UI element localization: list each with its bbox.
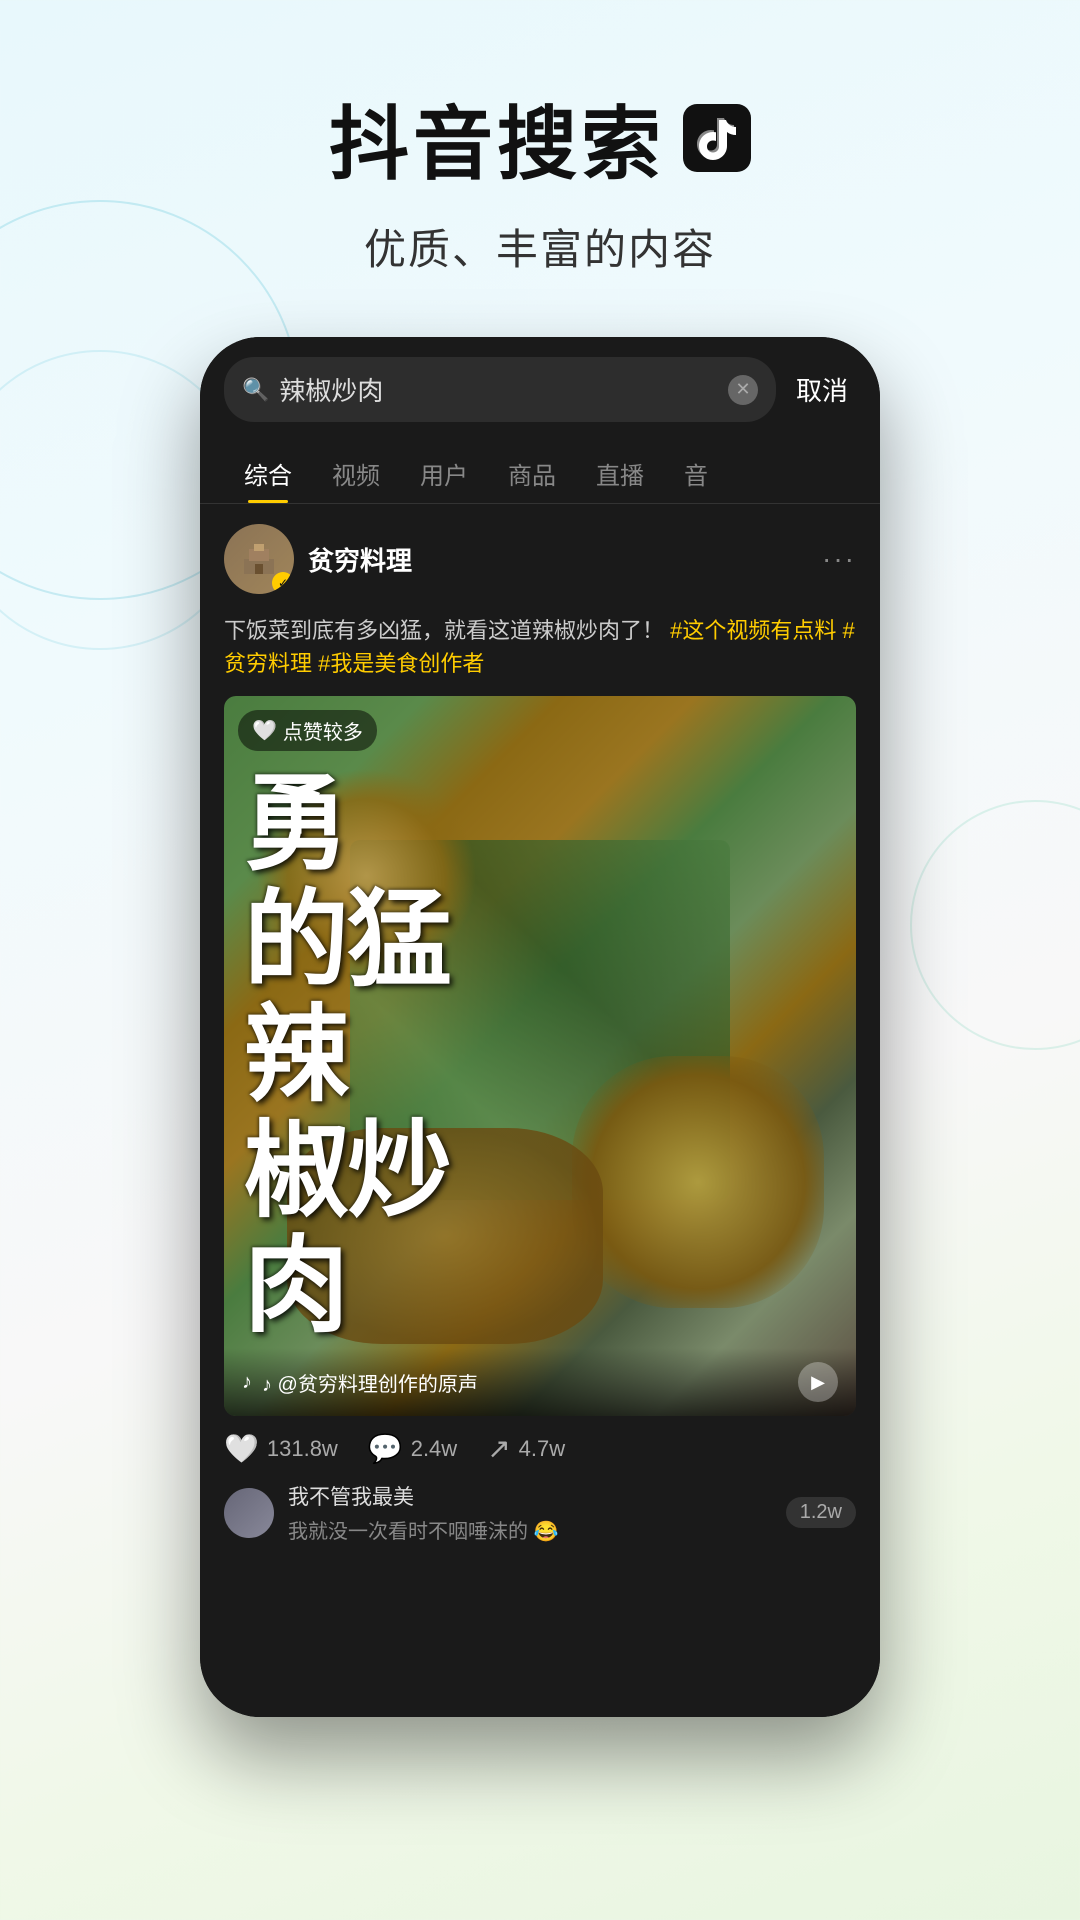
tab-直播[interactable]: 直播 (576, 444, 664, 503)
tab-用户[interactable]: 用户 (400, 444, 488, 503)
comment-count-badge: 1.2w (786, 1497, 856, 1528)
comment-button[interactable]: 💬 2.4w (368, 1432, 457, 1465)
tiktok-small-icon: ♪ (242, 1371, 252, 1394)
share-button[interactable]: ↗ 4.7w (487, 1432, 565, 1465)
share-count: 4.7w (519, 1436, 565, 1462)
avatar: ✓ (224, 524, 294, 594)
commenter-name: 我不管我最美 (288, 1481, 772, 1511)
play-button[interactable]: ▶ (798, 1362, 838, 1402)
more-options-icon[interactable]: ··· (822, 543, 856, 575)
comment-icon: 💬 (368, 1432, 403, 1465)
video-title-text: 勇的猛辣椒炒肉 (244, 767, 836, 1345)
video-thumbnail[interactable]: 🤍 点赞较多 勇的猛辣椒炒肉 ♪ ♪ @贫穷料理创作的原声 ▶ (224, 696, 856, 1416)
search-icon: 🔍 (242, 377, 269, 403)
post-header: ✓ 贫穷料理 ··· (200, 504, 880, 614)
post-text: 下饭菜到底有多凶猛，就看这道辣椒炒肉了！ #这个视频有点料 #贫穷料理 #我是美… (200, 614, 880, 696)
tabs-bar: 综合 视频 用户 商品 直播 音 (200, 436, 880, 504)
content-area: ✓ 贫穷料理 ··· 下饭菜到底有多凶猛，就看这道辣椒炒肉了！ #这个视频有点料… (200, 504, 880, 1717)
comment-preview-text: 我就没一次看时不咽唾沫的 😂 (288, 1515, 772, 1544)
comment-content: 我不管我最美 我就没一次看时不咽唾沫的 😂 (288, 1481, 772, 1544)
tiktok-logo-icon (683, 104, 751, 172)
video-bottom-bar: ♪ ♪ @贫穷料理创作的原声 ▶ (224, 1348, 856, 1416)
search-bar: 🔍 辣椒炒肉 ✕ 取消 (200, 337, 880, 436)
tab-音[interactable]: 音 (664, 444, 728, 503)
commenter-avatar (224, 1488, 274, 1538)
share-icon: ↗ (487, 1432, 510, 1465)
username: 贫穷料理 (308, 541, 808, 578)
post-description: 下饭菜到底有多凶猛，就看这道辣椒炒肉了！ (224, 618, 664, 643)
phone-mockup: 🔍 辣椒炒肉 ✕ 取消 综合 视频 用户 商品 (200, 337, 880, 1717)
like-button[interactable]: 🤍 131.8w (224, 1432, 338, 1465)
verified-badge: ✓ (272, 572, 294, 594)
tab-综合[interactable]: 综合 (224, 444, 312, 503)
comment-preview: 我不管我最美 我就没一次看时不咽唾沫的 😂 1.2w (200, 1481, 880, 1560)
sound-attribution: ♪ @贫穷料理创作的原声 (262, 1368, 788, 1397)
post-actions: 🤍 131.8w 💬 2.4w ↗ 4.7w (200, 1416, 880, 1481)
search-query: 辣椒炒肉 (279, 371, 718, 408)
tab-商品[interactable]: 商品 (488, 444, 576, 503)
title-row: 抖音搜索 (0, 80, 1080, 196)
cancel-button[interactable]: 取消 (788, 371, 856, 408)
main-title: 抖音搜索 (329, 80, 665, 196)
like-icon: 🤍 (224, 1432, 259, 1465)
clear-icon[interactable]: ✕ (728, 375, 758, 405)
tab-视频[interactable]: 视频 (312, 444, 400, 503)
phone-inner: 🔍 辣椒炒肉 ✕ 取消 综合 视频 用户 商品 (200, 337, 880, 1717)
comment-count: 2.4w (411, 1436, 457, 1462)
search-input-container[interactable]: 🔍 辣椒炒肉 ✕ (224, 357, 776, 422)
video-overlay: 勇的猛辣椒炒肉 (224, 696, 856, 1416)
like-count: 131.8w (267, 1436, 338, 1462)
